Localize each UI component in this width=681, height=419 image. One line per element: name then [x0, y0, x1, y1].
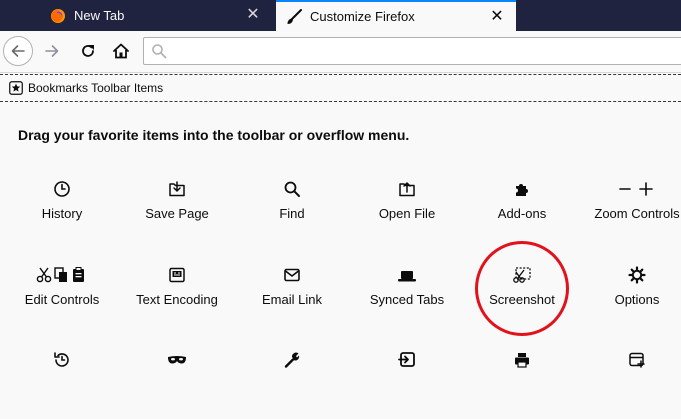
palette-item-text-encoding[interactable]: Text Encoding — [119, 264, 235, 334]
save-page-icon — [119, 178, 235, 200]
laptop-icon — [349, 264, 465, 286]
palette-item-label: Options — [614, 292, 660, 307]
palette-item-sidebars[interactable] — [579, 349, 681, 419]
wrench-icon — [234, 349, 350, 371]
star-icon — [9, 81, 28, 95]
home-icon — [112, 42, 130, 60]
palette-item-print[interactable] — [464, 349, 580, 419]
forward-button[interactable] — [38, 37, 66, 65]
palette-item-new-window[interactable] — [349, 349, 465, 419]
palette-item-find[interactable]: Find — [234, 178, 350, 248]
palette-item-label: Text Encoding — [136, 292, 218, 307]
home-button[interactable] — [107, 37, 135, 65]
new-window-icon — [349, 349, 465, 371]
history-restore-icon — [4, 349, 120, 371]
palette-item-label: Add-ons — [497, 206, 547, 221]
palette-item-label: Open File — [378, 206, 436, 221]
palette-item-label: Email Link — [262, 292, 322, 307]
back-arrow-icon — [10, 43, 26, 59]
forward-arrow-icon — [44, 43, 60, 59]
open-file-icon — [349, 178, 465, 200]
tab-label: Customize Firefox — [310, 9, 415, 24]
palette-item-screenshot[interactable]: Screenshot — [464, 264, 580, 334]
palette-item-options[interactable]: Options — [579, 264, 681, 334]
palette-item-email-link[interactable]: Email Link — [234, 264, 350, 334]
mail-icon — [234, 264, 350, 286]
palette-item-synced-tabs[interactable]: Synced Tabs — [349, 264, 465, 334]
text-encoding-icon — [119, 264, 235, 286]
close-tab-button[interactable]: ✕ — [244, 6, 262, 24]
palette-item-label: Save Page — [145, 206, 209, 221]
tab-label: New Tab — [74, 8, 125, 23]
palette-item-label: Edit Controls — [24, 292, 100, 307]
palette-item-label: Synced Tabs — [369, 292, 445, 307]
close-tab-button[interactable]: ✕ — [488, 8, 506, 26]
url-bar[interactable] — [143, 37, 681, 65]
clock-icon — [4, 178, 120, 200]
search-icon — [234, 178, 350, 200]
palette-item-developer[interactable] — [234, 349, 350, 419]
tab-customize-firefox[interactable]: Customize Firefox ✕ — [276, 0, 516, 31]
palette-item-label: History — [41, 206, 83, 221]
bookmarks-toolbar-label: Bookmarks Toolbar Items — [28, 81, 164, 95]
reload-button[interactable] — [74, 37, 102, 65]
gear-icon — [579, 264, 681, 286]
palette-item-zoom-controls[interactable]: Zoom Controls — [579, 178, 681, 248]
navigation-toolbar — [0, 31, 681, 73]
screenshot-icon — [464, 264, 580, 286]
sidebar-add-icon — [579, 349, 681, 371]
zoom-icon — [579, 178, 681, 200]
tab-new-tab[interactable]: New Tab ✕ — [40, 0, 276, 31]
printer-icon — [464, 349, 580, 371]
private-mask-icon — [119, 349, 235, 371]
back-button[interactable] — [3, 36, 33, 66]
palette-item-add-ons[interactable]: Add-ons — [464, 178, 580, 248]
cut-copy-paste-icon — [4, 264, 120, 286]
palette-item-label: Find — [279, 206, 305, 221]
palette-item-save-page[interactable]: Save Page — [119, 178, 235, 248]
tab-strip: New Tab ✕ Customize Firefox ✕ — [0, 0, 681, 31]
bookmarks-toolbar-items[interactable]: Bookmarks Toolbar Items — [9, 81, 163, 95]
palette-item-private-window[interactable] — [119, 349, 235, 419]
bookmarks-toolbar[interactable]: Bookmarks Toolbar Items — [0, 74, 681, 102]
palette-item-edit-controls[interactable]: Edit Controls — [4, 264, 120, 334]
paintbrush-icon — [286, 8, 302, 25]
palette-item-label: Screenshot — [489, 292, 555, 307]
reload-icon — [80, 43, 96, 59]
palette-item-open-file[interactable]: Open File — [349, 178, 465, 248]
palette-heading: Drag your favorite items into the toolba… — [18, 127, 410, 143]
firefox-logo-icon — [50, 8, 66, 24]
palette-item-history[interactable]: History — [4, 178, 120, 248]
palette-item-restore-session[interactable] — [4, 349, 120, 419]
search-icon — [151, 43, 167, 59]
puzzle-icon — [464, 178, 580, 200]
palette-item-label: Zoom Controls — [594, 206, 680, 221]
